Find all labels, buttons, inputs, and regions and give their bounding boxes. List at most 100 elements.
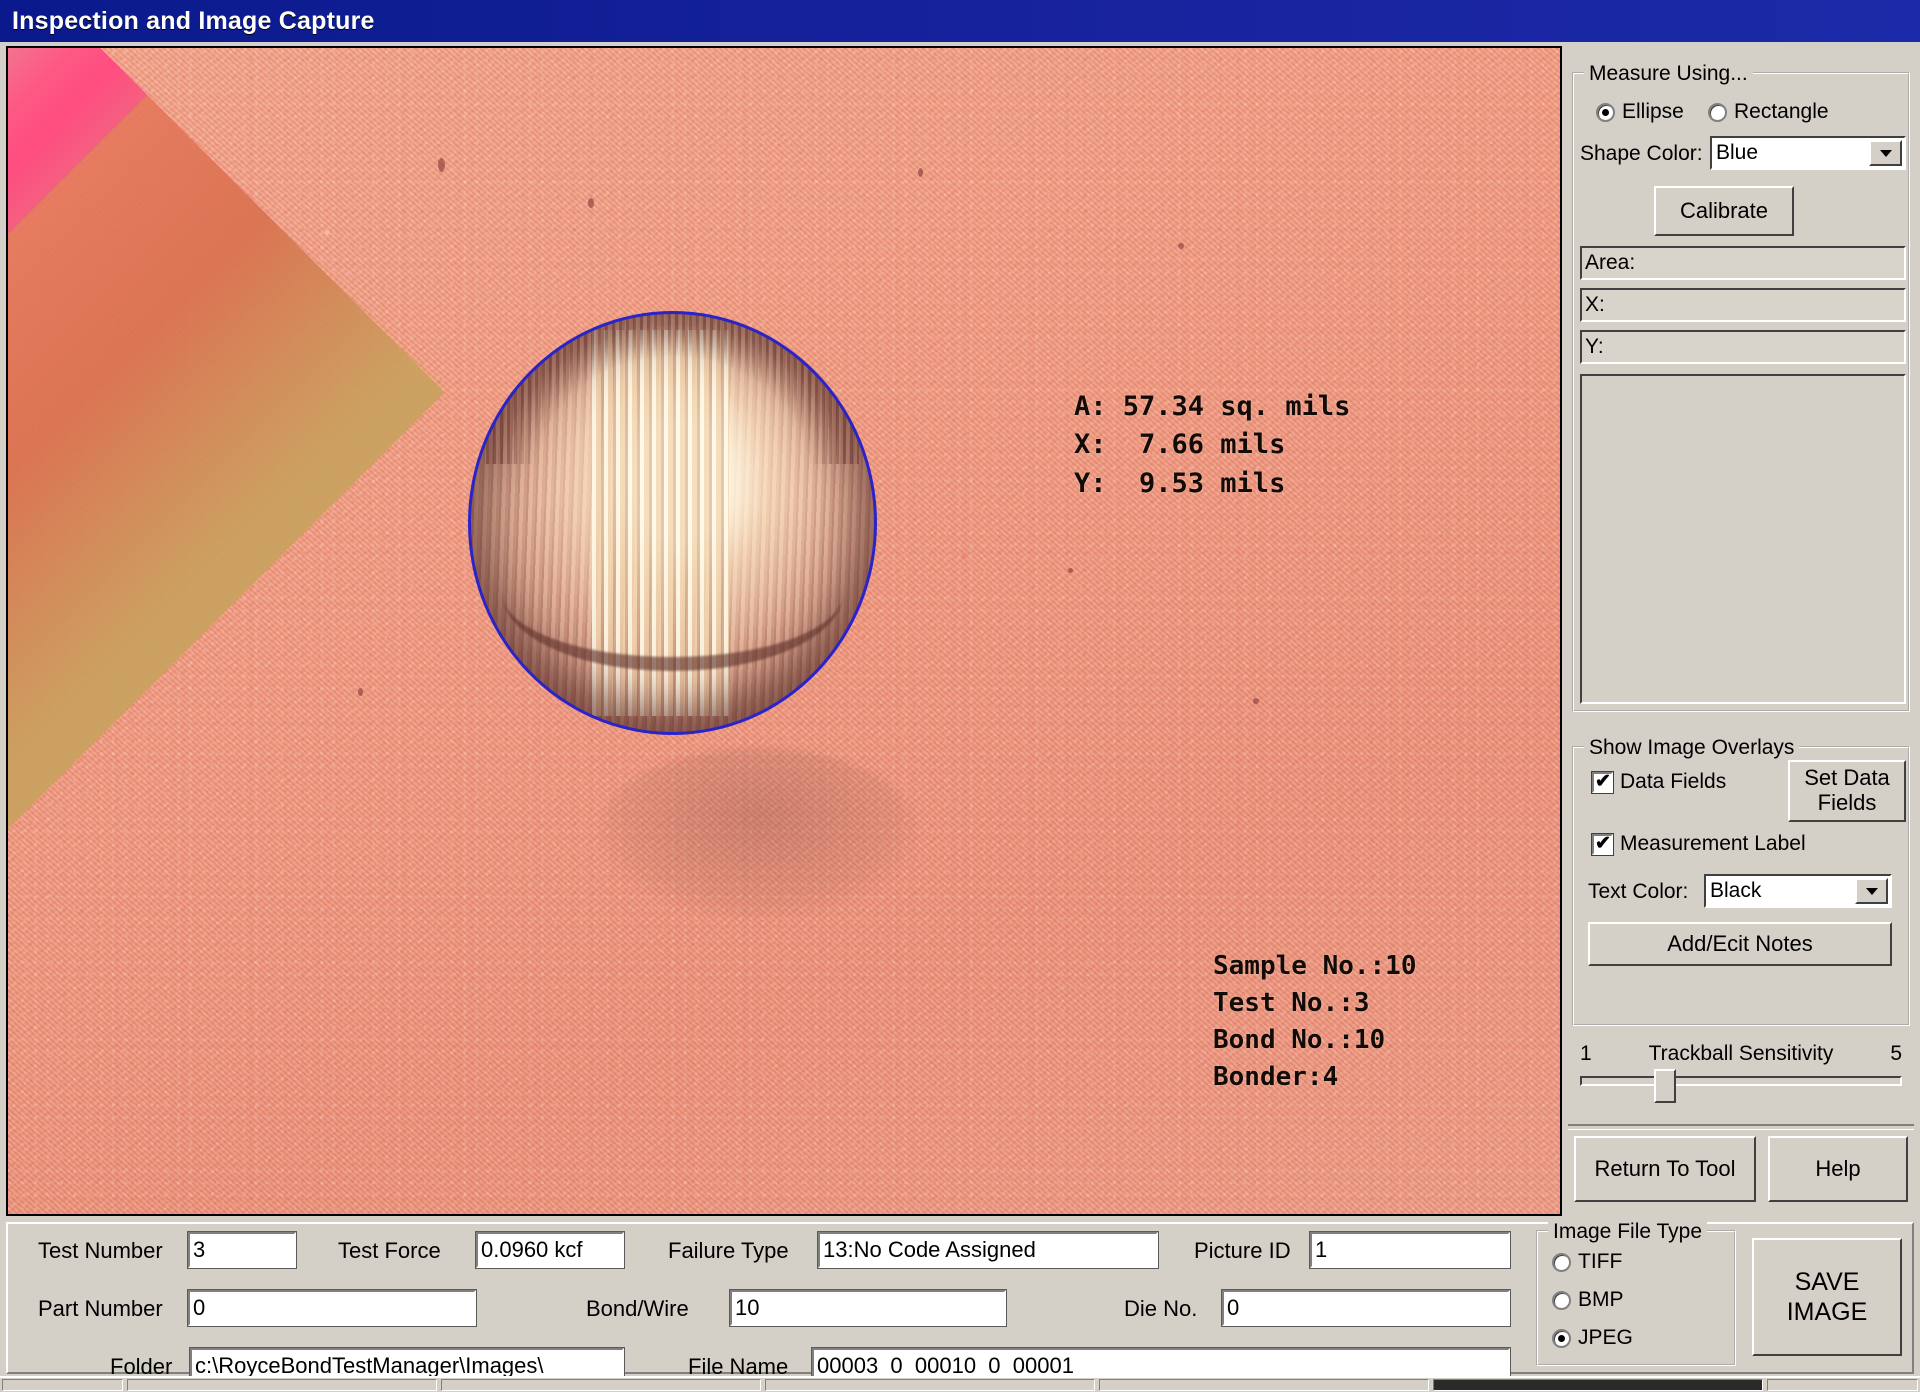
set-data-fields-line1: Set Data: [1804, 766, 1890, 791]
add-edit-notes-label: Add/Ecit Notes: [1667, 932, 1813, 957]
radio-ellipse-indicator[interactable]: [1596, 103, 1615, 122]
calibrate-button[interactable]: Calibrate: [1654, 186, 1794, 236]
test-force-input[interactable]: 0.0960 kcf: [476, 1232, 624, 1268]
test-force-label: Test Force: [338, 1238, 441, 1264]
checkbox-data-fields[interactable]: Data Fields: [1592, 770, 1726, 794]
image-viewport[interactable]: A: 57.34 sq. mils X: 7.66 mils Y: 9.53 m…: [6, 46, 1562, 1216]
radio-ellipse-label: Ellipse: [1622, 100, 1684, 124]
radio-tiff-label: TIFF: [1578, 1250, 1622, 1274]
radio-jpeg[interactable]: JPEG: [1552, 1326, 1633, 1350]
picture-id-label: Picture ID: [1194, 1238, 1291, 1264]
checkbox-measurement-label-text: Measurement Label: [1620, 832, 1806, 856]
checkbox-data-fields-indicator[interactable]: [1592, 772, 1613, 793]
radio-jpeg-indicator[interactable]: [1552, 1329, 1571, 1348]
checkbox-measurement-label[interactable]: Measurement Label: [1592, 832, 1806, 856]
measurement-list-panel[interactable]: [1580, 374, 1906, 704]
status-cell: [1099, 1379, 1429, 1391]
set-data-fields-button[interactable]: Set Data Fields: [1788, 760, 1906, 822]
status-cell: [765, 1379, 1095, 1391]
save-image-line1: SAVE: [1795, 1267, 1860, 1297]
show-image-overlays-group: Show Image Overlays Data Fields Set Data…: [1572, 746, 1910, 1026]
part-number-label: Part Number: [38, 1296, 163, 1322]
image-file-type-group: Image File Type TIFF BMP JPEG: [1536, 1230, 1736, 1366]
text-color-select[interactable]: Black: [1704, 874, 1892, 908]
picture-id-value: 1: [1315, 1237, 1327, 1263]
die-no-label: Die No.: [1124, 1296, 1197, 1322]
text-color-value: Black: [1706, 879, 1853, 903]
radio-rectangle-indicator[interactable]: [1708, 103, 1727, 122]
save-image-line2: IMAGE: [1787, 1297, 1868, 1327]
test-number-value: 3: [193, 1237, 205, 1263]
trackball-title: Trackball Sensitivity: [1649, 1042, 1834, 1066]
status-cell-progress: [1433, 1379, 1763, 1391]
bond-wire-input[interactable]: 10: [730, 1290, 1006, 1326]
test-force-value: 0.0960 kcf: [481, 1237, 583, 1263]
overlay-bonder: Bonder:4: [1213, 1062, 1338, 1092]
data-fields-overlay: Sample No.:10 Test No.:3 Bond No.:10 Bon…: [1213, 948, 1417, 1096]
radio-bmp-indicator[interactable]: [1552, 1291, 1571, 1310]
radio-tiff-indicator[interactable]: [1552, 1253, 1571, 1272]
shape-color-select[interactable]: Blue: [1710, 136, 1906, 170]
y-readout-field: Y:: [1580, 330, 1906, 364]
micrograph-image[interactable]: A: 57.34 sq. mils X: 7.66 mils Y: 9.53 m…: [8, 48, 1560, 1214]
status-cell: [1767, 1379, 1918, 1391]
trackball-max-label: 5: [1890, 1042, 1902, 1066]
die-no-value: 0: [1227, 1295, 1239, 1321]
save-image-button[interactable]: SAVE IMAGE: [1752, 1238, 1902, 1356]
right-control-column: Measure Using... Ellipse Rectangle Shape…: [1568, 46, 1914, 1216]
radio-ellipse[interactable]: Ellipse: [1596, 100, 1684, 124]
test-number-label: Test Number: [38, 1238, 163, 1264]
image-file-type-title: Image File Type: [1548, 1220, 1707, 1244]
y-readout-label: Y:: [1585, 335, 1604, 359]
measurement-ellipse-overlay[interactable]: [468, 311, 877, 735]
return-to-tool-label: Return To Tool: [1594, 1157, 1735, 1182]
help-button[interactable]: Help: [1768, 1136, 1908, 1202]
overlay-sample-no: Sample No.:10: [1213, 951, 1417, 981]
overlay-area-line: A: 57.34 sq. mils: [1074, 391, 1350, 422]
trackball-slider-track[interactable]: [1580, 1076, 1902, 1086]
calibrate-button-label: Calibrate: [1680, 199, 1768, 224]
application-window: Inspection and Image Capture: [0, 0, 1920, 1390]
x-readout-label: X:: [1585, 293, 1605, 317]
radio-jpeg-label: JPEG: [1578, 1326, 1633, 1350]
overlay-x-line: X: 7.66 mils: [1074, 429, 1285, 460]
overlay-test-no: Test No.:3: [1213, 988, 1370, 1018]
trackball-slider-thumb[interactable]: [1654, 1069, 1676, 1103]
radio-bmp-label: BMP: [1578, 1288, 1624, 1312]
radio-tiff[interactable]: TIFF: [1552, 1250, 1622, 1274]
x-readout-field: X:: [1580, 288, 1906, 322]
test-number-input[interactable]: 3: [188, 1232, 296, 1268]
status-cell: [127, 1379, 437, 1391]
checkbox-data-fields-label: Data Fields: [1620, 770, 1726, 794]
measure-using-group: Measure Using... Ellipse Rectangle Shape…: [1572, 72, 1910, 712]
shape-color-value: Blue: [1712, 141, 1867, 165]
failure-type-label: Failure Type: [668, 1238, 789, 1264]
bond-shadow-smudge: [598, 748, 918, 918]
set-data-fields-line2: Fields: [1818, 791, 1877, 816]
failure-type-input[interactable]: 13:No Code Assigned: [818, 1232, 1158, 1268]
overlay-bond-no: Bond No.:10: [1213, 1025, 1385, 1055]
failure-type-value: 13:No Code Assigned: [823, 1237, 1036, 1263]
title-bar: Inspection and Image Capture: [0, 0, 1920, 42]
status-cell: [2, 1379, 123, 1391]
text-color-label: Text Color:: [1588, 880, 1688, 904]
part-number-input[interactable]: 0: [188, 1290, 476, 1326]
picture-id-input[interactable]: 1: [1310, 1232, 1510, 1268]
panel-divider: [1568, 1124, 1914, 1130]
chevron-down-icon[interactable]: [1869, 140, 1902, 166]
overlay-y-line: Y: 9.53 mils: [1074, 468, 1285, 499]
trackball-min-label: 1: [1580, 1042, 1592, 1066]
add-edit-notes-button[interactable]: Add/Ecit Notes: [1588, 922, 1892, 966]
part-number-value: 0: [193, 1295, 205, 1321]
die-no-input[interactable]: 0: [1222, 1290, 1510, 1326]
shape-color-label: Shape Color:: [1580, 142, 1703, 166]
show-image-overlays-title: Show Image Overlays: [1584, 736, 1799, 760]
bottom-form-panel: Test Number 3 Test Force 0.0960 kcf Fail…: [6, 1222, 1914, 1374]
radio-bmp[interactable]: BMP: [1552, 1288, 1624, 1312]
checkbox-measurement-label-indicator[interactable]: [1592, 834, 1613, 855]
return-to-tool-button[interactable]: Return To Tool: [1574, 1136, 1756, 1202]
radio-rectangle[interactable]: Rectangle: [1708, 100, 1829, 124]
chevron-down-icon[interactable]: [1855, 878, 1888, 904]
trackball-sensitivity-control[interactable]: 1 Trackball Sensitivity 5: [1580, 1042, 1902, 1112]
window-title: Inspection and Image Capture: [12, 7, 375, 36]
